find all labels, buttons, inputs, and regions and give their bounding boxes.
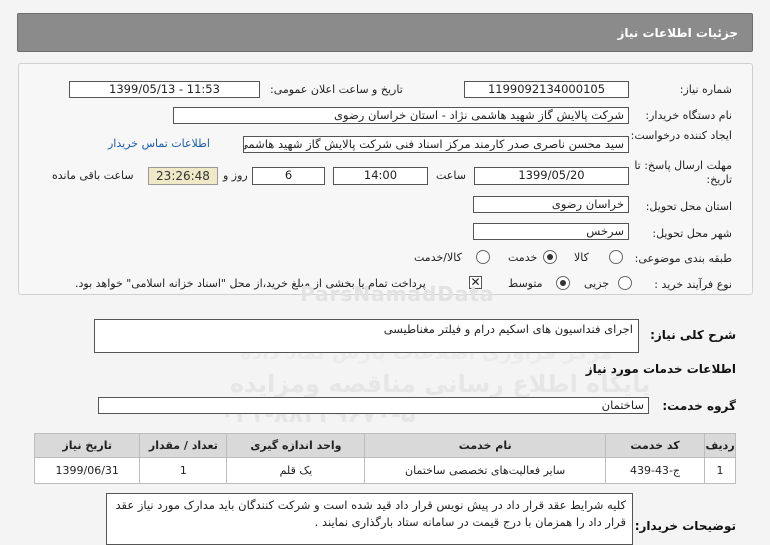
page-header: جزئیات اطلاعات نیاز	[17, 13, 753, 52]
description-field[interactable]: اجرای فنداسیون های اسکیم درام و فیلتر مغ…	[94, 319, 639, 353]
table-header-row: ردیف کد خدمت نام خدمت واحد اندازه گیری ت…	[33, 433, 736, 458]
category-radio-goods[interactable]	[609, 250, 623, 264]
city-field[interactable]: سرخس	[473, 223, 629, 240]
countdown-timer: 23:26:48	[148, 167, 218, 185]
page-title: جزئیات اطلاعات نیاز	[617, 26, 738, 40]
category-option-goods: کالا	[574, 251, 589, 264]
services-heading: اطلاعات خدمات مورد نیاز	[585, 362, 736, 376]
process-radio-minor[interactable]	[618, 276, 632, 290]
days-label: روز و	[223, 169, 248, 182]
col-service-name: نام خدمت	[364, 433, 606, 458]
creator-field[interactable]: سید محسن ناصری صدر کارمند مرکز اسناد فنی…	[243, 136, 629, 153]
city-label: شهر محل تحویل:	[652, 227, 732, 240]
cell-service-name: سایر فعالیت‌های تخصصی ساختمان	[364, 457, 606, 484]
days-field[interactable]: 6	[252, 167, 325, 185]
deadline-time-field[interactable]: 14:00	[333, 167, 428, 185]
remaining-label: ساعت باقی مانده	[52, 169, 134, 182]
province-label: استان محل تحویل:	[645, 200, 732, 213]
buyer-notes-label: توضیحات خریدار:	[634, 519, 736, 533]
need-number-field[interactable]: 1199092134000105	[464, 81, 629, 98]
buyer-notes-field[interactable]: کلیه شرایط عقد قرار داد در پیش نویس قرار…	[106, 493, 633, 545]
cell-row-number: 1	[704, 457, 736, 484]
service-group-label: گروه خدمت:	[662, 399, 736, 413]
deadline-date-field[interactable]: 1399/05/20	[474, 167, 629, 185]
watermark-brand: ParsNamadData	[300, 282, 495, 306]
deadline-label: مهلت ارسال پاسخ: تا تاریخ:	[634, 159, 732, 186]
cell-quantity: 1	[139, 457, 228, 484]
table-row[interactable]: 1 ج-43-439 سایر فعالیت‌های تخصصی ساختمان…	[33, 457, 736, 484]
need-number-label: شماره نیاز:	[679, 83, 732, 96]
category-label: طبقه بندی موضوعی:	[634, 252, 732, 265]
description-label: شرح کلی نیاز:	[650, 328, 736, 342]
col-unit: واحد اندازه گیری	[226, 433, 366, 458]
category-option-service: خدمت	[508, 251, 538, 264]
cell-unit: یک قلم	[226, 457, 366, 484]
cell-service-code: ج-43-439	[604, 457, 706, 484]
col-need-date: تاریخ نیاز	[33, 433, 141, 458]
service-group-field[interactable]: ساختمان	[98, 397, 649, 414]
announce-datetime-field[interactable]: 1399/05/13 - 11:53	[69, 81, 260, 98]
announce-label: تاریخ و ساعت اعلان عمومی:	[270, 83, 403, 96]
col-quantity: تعداد / مقدار	[139, 433, 228, 458]
cell-need-date: 1399/06/31	[33, 457, 141, 484]
buyer-org-label: نام دستگاه خریدار:	[645, 109, 732, 122]
process-label: نوع فرآیند خرید :	[654, 278, 732, 291]
buyer-contact-link[interactable]: اطلاعات تماس خریدار	[108, 137, 210, 150]
category-radio-goods-service[interactable]	[476, 250, 490, 264]
process-radio-medium[interactable]	[556, 276, 570, 290]
creator-label: ایجاد کننده درخواست:	[630, 129, 732, 142]
province-field[interactable]: خراسان رضوی	[473, 196, 629, 213]
buyer-org-field[interactable]: شرکت پالایش گاز شهید هاشمی نژاد - استان …	[173, 107, 629, 124]
process-option-minor: جزیی	[584, 277, 610, 290]
time-label: ساعت	[436, 169, 466, 182]
category-radio-service[interactable]	[543, 250, 557, 264]
services-table: ردیف کد خدمت نام خدمت واحد اندازه گیری ت…	[33, 433, 736, 484]
col-row-number: ردیف	[704, 433, 736, 458]
process-option-medium: متوسط	[508, 277, 543, 290]
category-option-goods-service: کالا/خدمت	[414, 251, 462, 264]
col-service-code: کد خدمت	[604, 433, 706, 458]
